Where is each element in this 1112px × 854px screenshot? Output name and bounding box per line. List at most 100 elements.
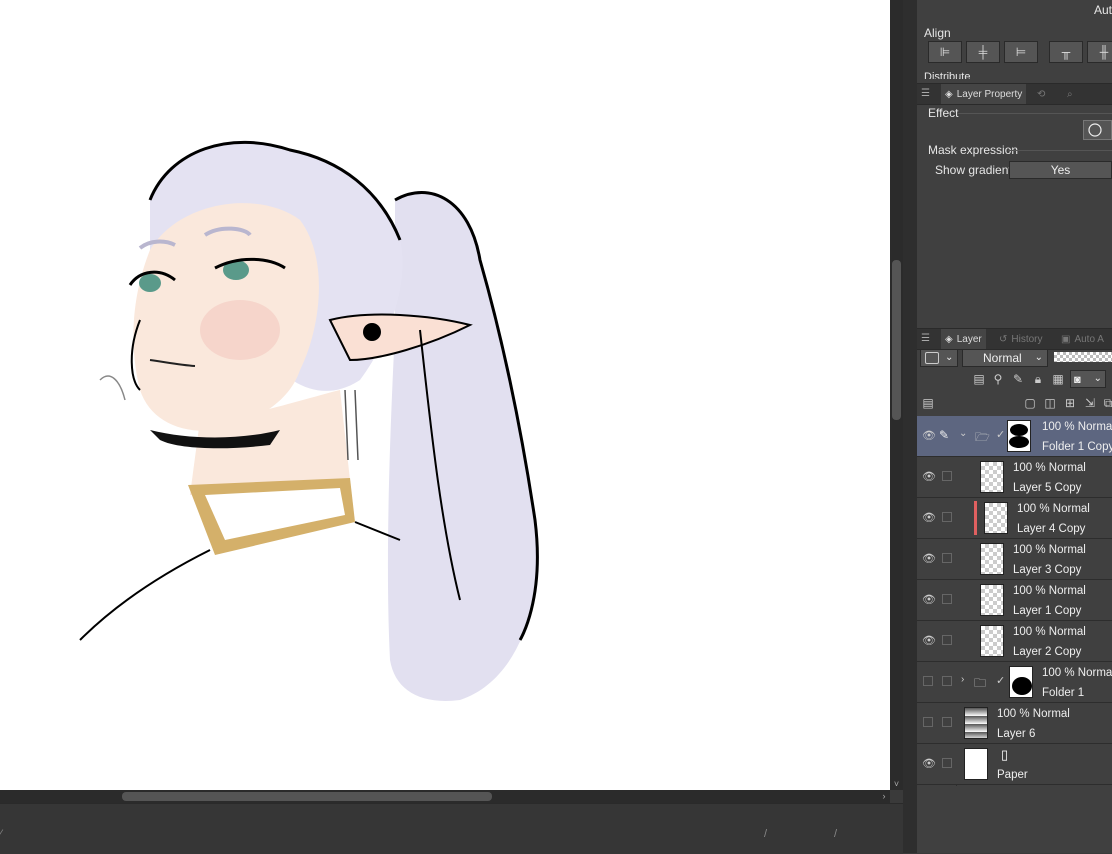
lock-checkbox[interactable] — [942, 512, 952, 522]
mask-expression-label: Mask expression — [928, 143, 1019, 157]
layer-panel-menu-icon[interactable]: ▤ — [920, 395, 936, 411]
lock-checkbox[interactable] — [942, 594, 952, 604]
layer-row[interactable]: 👁︎ 100 % Normal Layer 2 Copy — [917, 621, 1112, 662]
reference-layer-icon[interactable]: ⚲ — [990, 371, 1006, 387]
align-center-icon: ╪ — [978, 45, 988, 59]
lock-checkbox[interactable] — [942, 717, 952, 727]
eye-icon[interactable]: 👁︎ — [922, 758, 936, 770]
layer-mode: 100 % Normal — [997, 708, 1070, 720]
tab-search[interactable]: ⌕ — [1063, 84, 1077, 104]
layer-color-swatch — [925, 352, 939, 364]
blend-mode-select[interactable]: Normal ⌄ — [962, 349, 1048, 367]
draft-layer-icon[interactable]: ✎ — [1010, 371, 1026, 387]
tab-auto-actions-label: Auto A — [1074, 333, 1104, 345]
layer-row[interactable]: 👁︎ ✎ ⌄ 🗁︎ ✓ 100 % Normal Folder 1 Copy — [917, 416, 1112, 457]
tab-auto-actions[interactable]: ▣ Auto A — [1057, 329, 1108, 349]
scroll-down-arrow-icon[interactable]: ˅ — [890, 778, 903, 790]
lock-checkbox[interactable] — [942, 758, 952, 768]
align-right-button[interactable]: ⊨ — [1004, 41, 1038, 63]
canvas-vertical-scrollbar[interactable]: ˅ — [890, 0, 903, 790]
copy-layer-icon[interactable]: ⧉ — [1100, 395, 1112, 411]
layer-property-icon: ◈ — [945, 88, 953, 100]
chevron-down-icon: ⌄ — [1093, 373, 1102, 384]
align-top-icon: ╥ — [1061, 45, 1071, 59]
eye-icon[interactable]: 👁︎ — [922, 553, 936, 565]
artwork-illustration — [79, 140, 539, 701]
layer-mask-thumbnail — [1007, 420, 1031, 452]
tab-sub-tool-detail[interactable]: ⟲ — [1033, 84, 1049, 104]
mask-icon: ◙ — [1074, 374, 1081, 386]
align-top-button[interactable]: ╥ — [1049, 41, 1083, 63]
layer-row[interactable]: 👁︎ 100 % Normal Layer 1 Copy — [917, 580, 1112, 621]
visibility-checkbox[interactable] — [923, 717, 933, 727]
status-mark: / — [834, 828, 838, 840]
effect-border-button[interactable] — [1083, 120, 1112, 140]
layer-color-select[interactable]: ⌄ — [920, 349, 958, 367]
lock-checkbox[interactable] — [942, 635, 952, 645]
effect-label: Effect — [928, 106, 959, 120]
lock-transparent-icon[interactable]: ▦ — [1050, 371, 1066, 387]
transfer-layer-icon[interactable]: ⇲ — [1082, 395, 1098, 411]
rotate-icon: ⟲ — [1037, 88, 1046, 100]
layer-thumbnail — [964, 748, 988, 780]
layer-mode: 100 % Normal — [1013, 585, 1086, 597]
align-middle-button[interactable]: ╫ — [1087, 41, 1112, 63]
panel-menu-icon[interactable]: ☰ — [921, 88, 930, 99]
layer-row[interactable]: 👁︎ 100 % Normal Layer 5 Copy — [917, 457, 1112, 498]
layer-mask-thumbnail — [1009, 666, 1033, 698]
new-folder-icon[interactable]: ⊞ — [1062, 395, 1078, 411]
eye-icon[interactable]: 👁︎ — [922, 635, 936, 647]
eye-icon[interactable]: 👁︎ — [922, 512, 936, 524]
chevron-down-icon[interactable]: ⌄ — [959, 428, 967, 439]
horizontal-scroll-thumb[interactable] — [122, 792, 492, 801]
align-center-button[interactable]: ╪ — [966, 41, 1000, 63]
eye-icon[interactable]: 👁︎ — [922, 594, 936, 606]
visibility-checkbox[interactable] — [923, 676, 933, 686]
layer-mode: 100 % Normal — [1042, 421, 1112, 433]
tab-layer-label: Layer — [956, 333, 982, 345]
lock-checkbox[interactable] — [942, 471, 952, 481]
tab-layer[interactable]: ◈ Layer — [941, 329, 986, 349]
lock-icon[interactable]: 🔒︎ — [1030, 371, 1046, 387]
tab-history[interactable]: ↺ History — [995, 329, 1047, 349]
layer-thumbnail — [980, 461, 1004, 493]
panel-menu-icon[interactable]: ☰ — [921, 333, 930, 344]
show-gradients-toggle[interactable]: Yes — [1009, 161, 1112, 179]
layer-row[interactable]: › 🗀︎ ✓ 100 % Normal Folder 1 — [917, 662, 1112, 703]
layer-row[interactable]: 👁︎ ▯ Paper — [917, 744, 1112, 785]
chevron-down-icon: ⌄ — [945, 352, 954, 363]
layer-row[interactable]: 👁︎ 100 % Normal Layer 3 Copy — [917, 539, 1112, 580]
canvas-horizontal-scrollbar[interactable]: › — [0, 790, 890, 803]
drawing-canvas[interactable] — [0, 0, 890, 790]
chevron-right-icon[interactable]: › — [961, 674, 964, 685]
auto-action-icon: ▣ — [1061, 333, 1071, 345]
divider — [958, 113, 1112, 114]
scroll-right-arrow-icon[interactable]: › — [878, 790, 890, 803]
divider — [1008, 150, 1112, 151]
layer-tab-bar: ☰ ◈ Layer ↺ History ▣ Auto A — [917, 328, 1112, 350]
layer-row[interactable]: 100 % Normal Layer 6 — [917, 703, 1112, 744]
layers-icon: ◈ — [945, 333, 953, 345]
layer-name: Layer 2 Copy — [1013, 646, 1082, 658]
distribute-label: Distribute — [924, 71, 971, 79]
layer-mode: 100 % Normal — [1013, 544, 1086, 556]
lock-checkbox[interactable] — [942, 676, 952, 686]
align-left-button[interactable]: ⊫ — [928, 41, 962, 63]
layer-mode: 100 % Normal — [1013, 462, 1086, 474]
vertical-scroll-thumb[interactable] — [892, 260, 901, 420]
new-vector-layer-icon[interactable]: ◫ — [1042, 395, 1058, 411]
panel-divider[interactable] — [903, 0, 917, 853]
new-raster-layer-icon[interactable]: ▢ — [1022, 395, 1038, 411]
layer-thumbnail — [984, 502, 1008, 534]
eye-icon[interactable]: 👁︎ — [922, 471, 936, 483]
layer-name: Folder 1 Copy — [1042, 441, 1112, 453]
eye-icon[interactable]: 👁︎ — [922, 430, 936, 442]
clip-layer-icon[interactable]: ▤ — [971, 371, 987, 387]
opacity-slider[interactable] — [1054, 352, 1112, 362]
layer-row[interactable]: 👁︎ 100 % Normal Layer 4 Copy — [917, 498, 1112, 539]
layer-name: Paper — [997, 769, 1028, 781]
tab-history-label: History — [1011, 333, 1043, 345]
mask-mode-select[interactable]: ◙ ⌄ — [1070, 370, 1106, 388]
lock-checkbox[interactable] — [942, 553, 952, 563]
tab-layer-property[interactable]: ◈ Layer Property — [941, 84, 1027, 104]
